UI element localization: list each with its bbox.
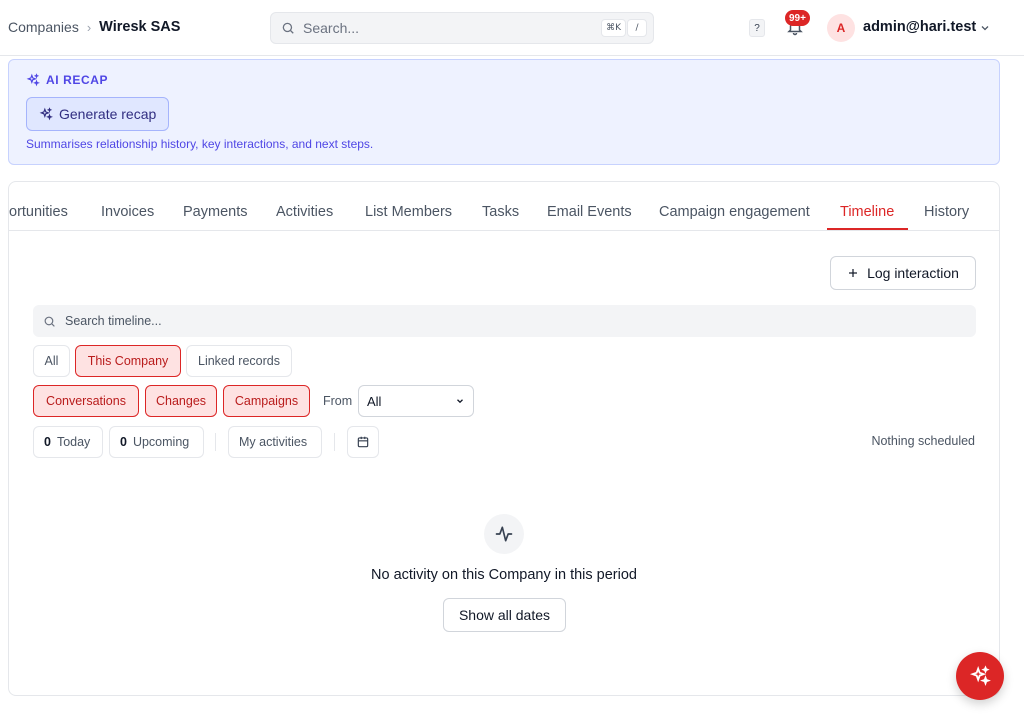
user-email[interactable]: admin@hari.test	[863, 19, 976, 35]
search-icon	[282, 22, 294, 34]
activity-icon	[495, 526, 513, 542]
breadcrumb-companies[interactable]: Companies	[8, 19, 79, 35]
tab-list-members[interactable]: List Members	[365, 204, 452, 220]
global-search[interactable]: ⌘K /	[270, 12, 654, 44]
upcoming-stat[interactable]: 0 Upcoming	[109, 426, 204, 458]
active-tab-indicator	[827, 228, 908, 230]
today-count: 0	[44, 435, 51, 449]
chevron-down-icon[interactable]	[979, 22, 991, 34]
sparkles-icon	[39, 107, 53, 121]
generate-recap-label: Generate recap	[59, 106, 157, 122]
tab-tasks[interactable]: Tasks	[482, 204, 519, 220]
timeline-search-input[interactable]	[65, 314, 945, 328]
today-stat[interactable]: 0 Today	[33, 426, 103, 458]
search-icon	[44, 316, 55, 327]
log-interaction-button[interactable]: Log interaction	[830, 256, 976, 290]
filter-all[interactable]: All	[33, 345, 70, 377]
filter-conversations[interactable]: Conversations	[33, 385, 139, 417]
tab-bar: ortunities Invoices Payments Activities …	[9, 182, 999, 231]
tab-opportunities[interactable]: ortunities	[9, 204, 68, 220]
today-label: Today	[56, 435, 91, 449]
tab-payments[interactable]: Payments	[183, 204, 247, 220]
log-interaction-label: Log interaction	[867, 265, 959, 281]
generate-recap-button[interactable]: Generate recap	[26, 97, 170, 131]
global-search-input[interactable]	[303, 20, 603, 36]
filter-this-company[interactable]: This Company	[75, 345, 181, 377]
slash-hint: /	[627, 19, 647, 37]
breadcrumb-current: Wiresk SAS	[99, 19, 181, 35]
help-button[interactable]: ?	[749, 19, 765, 37]
chevron-right-icon: ›	[86, 19, 92, 35]
calendar-button[interactable]	[347, 426, 379, 458]
nothing-scheduled: Nothing scheduled	[871, 434, 975, 448]
tab-invoices[interactable]: Invoices	[101, 204, 154, 220]
filter-changes[interactable]: Changes	[145, 385, 217, 417]
tab-history[interactable]: History	[924, 204, 969, 220]
breadcrumb: Companies › Wiresk SAS	[8, 19, 180, 35]
tab-timeline[interactable]: Timeline	[840, 204, 894, 220]
top-header: Companies › Wiresk SAS ⌘K / ? 99+ A admi…	[0, 0, 1024, 56]
activity-icon-wrap	[484, 514, 524, 554]
timeline-search[interactable]	[33, 305, 976, 337]
tab-campaign-engagement[interactable]: Campaign engagement	[659, 204, 810, 220]
upcoming-label: Upcoming	[132, 435, 190, 449]
tab-activities[interactable]: Activities	[276, 204, 333, 220]
filter-campaigns[interactable]: Campaigns	[223, 385, 310, 417]
calendar-icon	[357, 436, 369, 448]
sparkles-icon	[969, 665, 991, 687]
shortcut-hint: ⌘K	[601, 19, 626, 37]
ai-recap-description: Summarises relationship history, key int…	[26, 137, 374, 151]
divider	[334, 433, 335, 451]
notification-badge: 99+	[785, 10, 810, 26]
divider	[215, 433, 216, 451]
sparkles-icon	[26, 73, 40, 87]
timeline-card: ortunities Invoices Payments Activities …	[8, 181, 1000, 696]
chevron-down-icon	[457, 399, 463, 404]
empty-state-message: No activity on this Company in this peri…	[371, 567, 637, 583]
from-select[interactable]: All	[358, 385, 474, 417]
ai-recap-title: AI RECAP	[26, 73, 108, 87]
avatar[interactable]: A	[827, 14, 855, 42]
ai-assistant-fab[interactable]	[956, 652, 1004, 700]
show-all-dates-button[interactable]: Show all dates	[443, 598, 566, 632]
plus-icon	[849, 269, 858, 277]
ai-recap-panel: AI RECAP Generate recap Summarises relat…	[8, 59, 1000, 165]
filter-linked-records[interactable]: Linked records	[186, 345, 292, 377]
upcoming-count: 0	[120, 435, 127, 449]
tab-email-events[interactable]: Email Events	[547, 204, 632, 220]
from-select-value: All	[367, 393, 382, 409]
ai-recap-label: AI RECAP	[46, 73, 109, 87]
from-label: From	[323, 394, 353, 408]
my-activities-button[interactable]: My activities	[228, 426, 322, 458]
